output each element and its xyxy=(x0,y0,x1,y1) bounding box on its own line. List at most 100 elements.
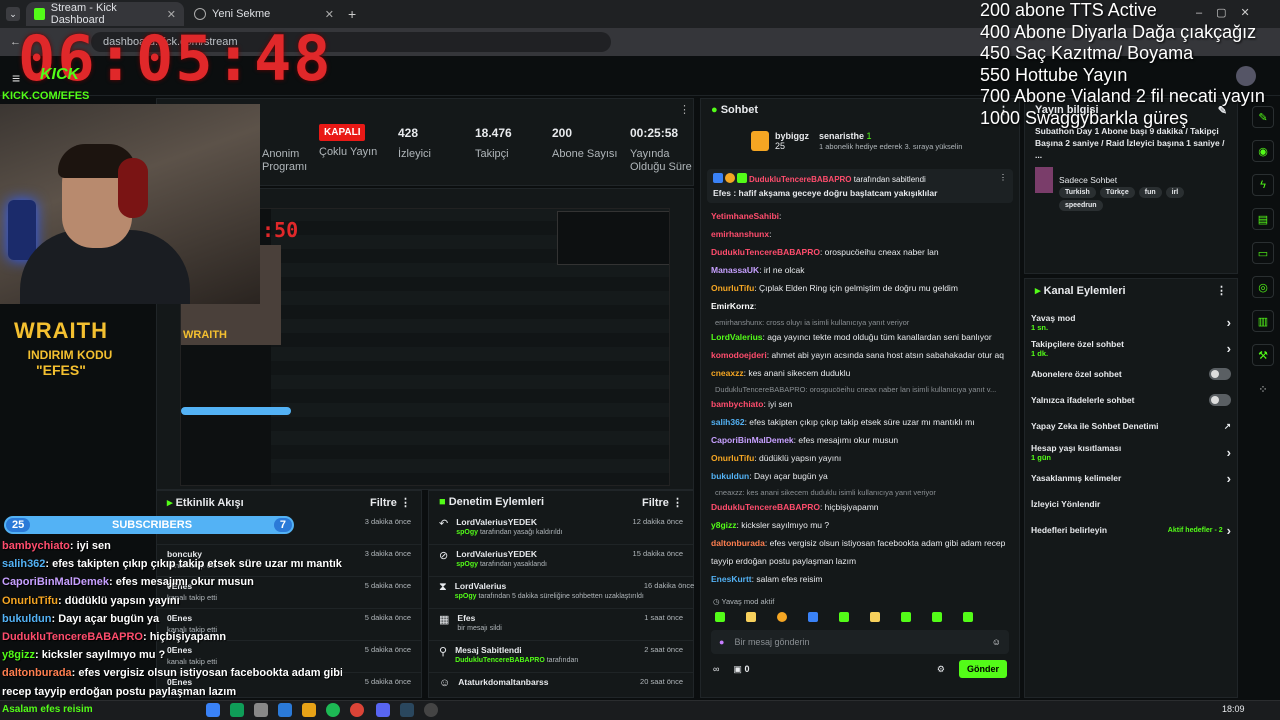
filter-button[interactable]: Filtre xyxy=(642,497,669,509)
chevron-right-icon[interactable]: › xyxy=(1227,445,1231,460)
camera-icon[interactable]: ◉ xyxy=(1252,140,1274,162)
chrome-icon[interactable] xyxy=(350,703,364,717)
channel-action-row[interactable]: Hedefleri belirleyin Aktif hedefler - 2 › xyxy=(1025,517,1237,543)
channel-action-row[interactable]: İzleyici Yönlendir xyxy=(1025,491,1237,517)
chat-username[interactable]: OnurluTifu xyxy=(711,453,754,463)
emote-icon[interactable] xyxy=(746,612,756,622)
chat-message[interactable]: y8gizz: kicksler sayılmıyo mu ? xyxy=(701,516,1019,534)
emote-icon[interactable] xyxy=(963,612,973,622)
chat-username[interactable]: YetimhaneSahibi xyxy=(711,211,779,221)
emote-icon[interactable] xyxy=(808,612,818,622)
chat-username[interactable]: LordValerius xyxy=(711,332,763,342)
chat-username[interactable]: salih362 xyxy=(711,417,745,427)
filter-button[interactable]: Filtre xyxy=(370,497,397,509)
toggle-switch[interactable] xyxy=(1209,394,1231,406)
chat-username[interactable]: bukuldun xyxy=(711,471,749,481)
windows-start-icon[interactable] xyxy=(206,703,220,717)
chat-message[interactable]: CaporiBinMalDemek: efes mesajımı okur mu… xyxy=(701,431,1019,449)
moderation-row[interactable]: ⚲ Mesaj Sabitlendi DudukluTencereBABAPRO t… xyxy=(429,641,693,673)
chevron-right-icon[interactable]: › xyxy=(1227,523,1231,538)
stream-tag[interactable]: irl xyxy=(1165,187,1185,198)
chat-icon[interactable]: ▭ xyxy=(1252,242,1274,264)
chat-message[interactable]: bukuldun: Dayı açar bugün ya xyxy=(701,467,1019,485)
chat-message[interactable]: YetimhaneSahibi: xyxy=(701,207,1019,225)
app-icon[interactable] xyxy=(278,703,292,717)
spotify-icon[interactable] xyxy=(326,703,340,717)
chat-message[interactable]: tayyip erdoğan postu paylaşman lazım xyxy=(701,552,1019,570)
channel-action-row[interactable]: Hesap yaşı kısıtlaması 1 gün › xyxy=(1025,439,1237,465)
more-options-icon[interactable]: ⋮ xyxy=(672,497,683,509)
chat-username[interactable]: emirhanshunx xyxy=(711,229,769,239)
more-icon[interactable]: ⁘ xyxy=(1252,378,1274,400)
steam-icon[interactable] xyxy=(400,703,414,717)
folder-icon[interactable] xyxy=(302,703,316,717)
chat-input[interactable]: ● Bir mesaj gönderin ☺ xyxy=(711,630,1009,654)
channel-action-row[interactable]: Abonelere özel sohbet xyxy=(1025,361,1237,387)
layout-icon[interactable]: ▥ xyxy=(1252,310,1274,332)
chat-message[interactable]: OnurluTifu: düdüklü yapsın yayını xyxy=(701,449,1019,467)
stream-tag[interactable]: Turkish xyxy=(1059,187,1096,198)
more-options-icon[interactable]: ⋮ xyxy=(1216,284,1227,297)
chat-message[interactable]: cneaxzz: kes anani sikecem duduklu xyxy=(701,364,1019,382)
chevron-right-icon[interactable]: › xyxy=(1227,315,1231,330)
channel-action-row[interactable]: Yalnızca ifadelerle sohbet xyxy=(1025,387,1237,413)
moderation-row[interactable]: ⧗ LordValerius spOgy tarafından 5 dakika s… xyxy=(429,577,694,609)
infinity-icon[interactable]: ∞ xyxy=(713,664,719,674)
emoji-icon[interactable]: ☺ xyxy=(992,637,1001,647)
new-tab-icon[interactable]: + xyxy=(348,6,356,22)
chat-username[interactable]: OnurluTifu xyxy=(711,283,754,293)
stream-tag[interactable]: Türkçe xyxy=(1099,187,1135,198)
pin-icon[interactable]: ⋮ xyxy=(999,173,1007,182)
moderation-row[interactable]: ▦ Efes bir mesajı sildi 1 saat önce xyxy=(429,609,693,641)
chat-reply-context[interactable]: cneaxzz: kes anani sikecem duduklu isiml… xyxy=(701,485,1019,498)
settings-gear-icon[interactable]: ⚙ xyxy=(937,664,945,675)
discord-icon[interactable] xyxy=(376,703,390,717)
chat-reply-context[interactable]: emirhanshunx: cross oluyı ia isimli kull… xyxy=(701,315,1019,328)
chat-message[interactable]: daltonburada: efes vergisiz olsun istiyo… xyxy=(701,534,1019,552)
pinned-message[interactable]: DudukluTencereBABAPRO tarafından sabitle… xyxy=(707,169,1013,203)
moderation-row[interactable]: ⊘ LordValeriusYEDEK spOgy tarafından yasak… xyxy=(429,545,693,577)
lightning-icon[interactable]: ϟ xyxy=(1252,174,1274,196)
chevron-right-icon[interactable]: › xyxy=(1227,471,1231,486)
stream-tag[interactable]: fun xyxy=(1138,187,1162,198)
tab-menu-icon[interactable]: ⌄ xyxy=(6,7,20,21)
emote-icon[interactable] xyxy=(777,612,787,622)
chat-username[interactable]: DudukluTencereBABAPRO xyxy=(711,247,820,257)
more-options-icon[interactable]: ⋮ xyxy=(400,497,411,509)
broadcast-icon[interactable]: ◎ xyxy=(1252,276,1274,298)
obs-icon[interactable] xyxy=(424,703,438,717)
chat-message[interactable]: DudukluTencereBABAPRO: orospucöeihu cnea… xyxy=(701,243,1019,261)
emote-icon[interactable] xyxy=(870,612,880,622)
mic-icon[interactable]: ● xyxy=(719,637,724,647)
chat-message[interactable]: EnesKurtt: salam efes reisim xyxy=(701,570,1019,588)
chat-username[interactable]: ManassaUK xyxy=(711,265,759,275)
chat-username[interactable]: y8gizz xyxy=(711,520,737,530)
emote-icon[interactable] xyxy=(839,612,849,622)
chat-username[interactable]: daltonburada xyxy=(711,538,765,548)
app-icon[interactable] xyxy=(254,703,268,717)
chat-username[interactable]: CaporiBinMalDemek xyxy=(711,435,794,445)
emote-icon[interactable] xyxy=(715,612,725,622)
chat-message[interactable]: LordValerius: aga yayıncı tekte mod oldu… xyxy=(701,328,1019,346)
external-link-icon[interactable]: ↗ xyxy=(1224,421,1231,432)
channel-action-row[interactable]: Takipçilere özel sohbet 1 dk. › xyxy=(1025,335,1237,361)
emote-icon[interactable] xyxy=(901,612,911,622)
emote-icon[interactable] xyxy=(932,612,942,622)
chat-username[interactable]: EmirKornz xyxy=(711,301,754,311)
chat-username[interactable]: bambychiato xyxy=(711,399,763,409)
chat-message[interactable]: EmirKornz: xyxy=(701,297,1019,315)
chat-message[interactable]: ManassaUK: irl ne olcak xyxy=(701,261,1019,279)
document-icon[interactable]: ▤ xyxy=(1252,208,1274,230)
moderation-row[interactable]: ↶ LordValeriusYEDEK spOgy tarafından yasağ… xyxy=(429,513,693,545)
channel-action-row[interactable]: Yapay Zeka ile Sohbet Denetimi ↗ xyxy=(1025,413,1237,439)
send-button[interactable]: Gönder xyxy=(958,660,1007,678)
close-tab-icon[interactable]: ✕ xyxy=(167,8,176,21)
chat-message[interactable]: OnurluTifu: Çıplak Elden Ring için gelmi… xyxy=(701,279,1019,297)
chat-message[interactable]: salih362: efes takipten çıkıp çıkıp taki… xyxy=(701,413,1019,431)
chevron-right-icon[interactable]: › xyxy=(1227,341,1231,356)
chat-message[interactable]: DudukluTencereBABAPRO: hiçbişiyapamn xyxy=(701,498,1019,516)
channel-action-row[interactable]: Yasaklanmış kelimeler › xyxy=(1025,465,1237,491)
close-tab-icon[interactable]: ✕ xyxy=(325,8,334,21)
app-icon[interactable] xyxy=(230,703,244,717)
wrench-icon[interactable]: ⚒ xyxy=(1252,344,1274,366)
